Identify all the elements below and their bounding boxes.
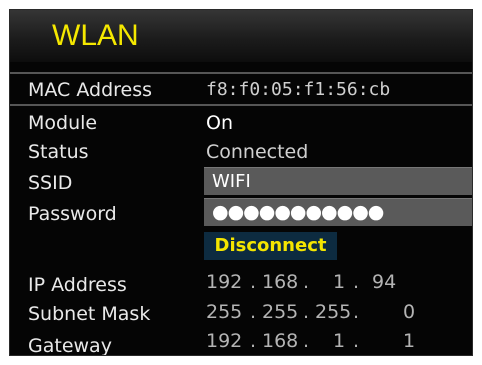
ip-octet-2: 168 bbox=[262, 271, 299, 293]
module-label: Module bbox=[28, 112, 98, 134]
status-label: Status bbox=[28, 141, 89, 163]
password-field[interactable]: ●●●●●●●●●●● bbox=[204, 198, 472, 226]
password-value: ●●●●●●●●●●● bbox=[212, 201, 384, 223]
mask-octet-4: 0 bbox=[403, 301, 416, 323]
gateway-octet-1: 192 bbox=[206, 330, 243, 352]
title-bar: WLAN bbox=[10, 10, 472, 62]
gateway-dot-1: . bbox=[250, 330, 257, 352]
mask-octet-3: 255 bbox=[315, 301, 352, 323]
mask-dot-1: . bbox=[250, 301, 257, 323]
password-label: Password bbox=[28, 203, 117, 225]
ip-dot-1: . bbox=[250, 271, 257, 293]
mac-address-value: f8:f0:05:f1:56:cb bbox=[206, 79, 391, 100]
page-title: WLAN bbox=[52, 19, 139, 52]
mask-dot-3: . bbox=[353, 301, 360, 323]
gateway-dot-2: . bbox=[303, 330, 310, 352]
ip-dot-3: . bbox=[353, 271, 360, 293]
wlan-panel: WLAN MAC Address f8:f0:05:f1:56:cb Modul… bbox=[10, 10, 472, 355]
ip-octet-3: 1 bbox=[333, 271, 346, 293]
status-value: Connected bbox=[206, 141, 309, 163]
gateway-octet-2: 168 bbox=[262, 330, 299, 352]
ip-octet-4: 94 bbox=[372, 271, 397, 293]
mask-octet-2: 255 bbox=[262, 301, 299, 323]
mask-octet-1: 255 bbox=[206, 301, 243, 323]
gateway-octet-3: 1 bbox=[333, 330, 346, 352]
ssid-field[interactable]: WIFI bbox=[204, 167, 472, 195]
gateway-dot-3: . bbox=[353, 330, 360, 352]
divider bbox=[10, 104, 472, 106]
mask-dot-2: . bbox=[303, 301, 310, 323]
ssid-value: WIFI bbox=[212, 171, 251, 192]
ssid-label: SSID bbox=[28, 172, 73, 194]
ip-address-label: IP Address bbox=[28, 274, 127, 296]
module-value[interactable]: On bbox=[206, 111, 233, 135]
ip-octet-1: 192 bbox=[206, 271, 243, 293]
gateway-octet-4: 1 bbox=[403, 330, 416, 352]
divider bbox=[10, 72, 472, 74]
ip-dot-2: . bbox=[303, 271, 310, 293]
mac-address-label: MAC Address bbox=[28, 79, 153, 101]
gateway-label: Gateway bbox=[28, 335, 112, 355]
subnet-mask-label: Subnet Mask bbox=[28, 303, 151, 325]
disconnect-button[interactable]: Disconnect bbox=[204, 232, 337, 260]
